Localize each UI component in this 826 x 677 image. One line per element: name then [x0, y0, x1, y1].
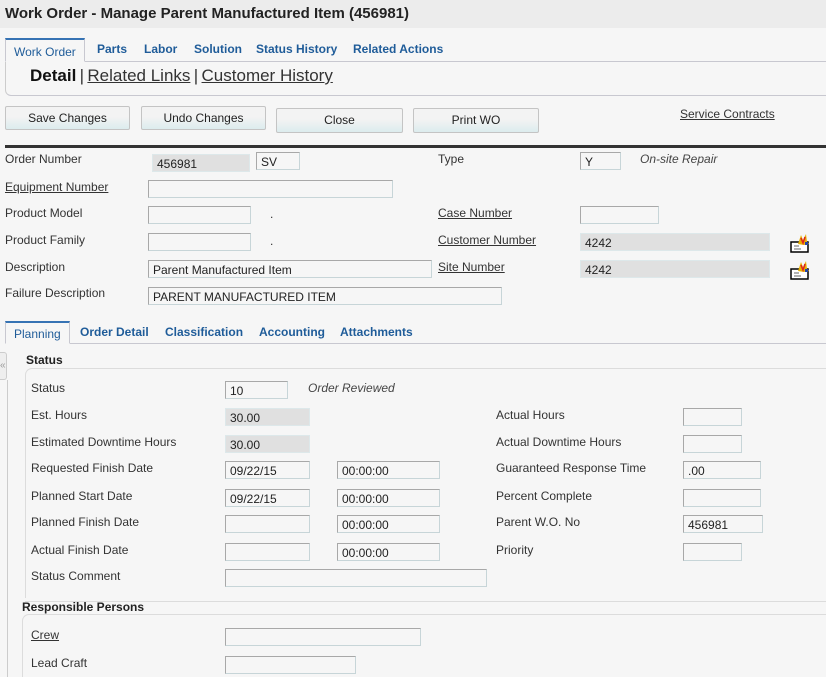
- window-title-bar: Work Order - Manage Parent Manufactured …: [0, 0, 826, 28]
- product-family-label: Product Family: [5, 233, 86, 247]
- subnav-related-links[interactable]: Related Links: [87, 66, 190, 85]
- top-tab-bar: Work Order Parts Labor Solution Status H…: [5, 38, 826, 62]
- responsible-persons-heading: Responsible Persons: [22, 600, 145, 614]
- actual-downtime-hours-label: Actual Downtime Hours: [496, 435, 622, 449]
- customer-number-field[interactable]: 4242: [580, 233, 770, 251]
- close-button[interactable]: Close: [276, 108, 403, 133]
- est-downtime-hours-label: Estimated Downtime Hours: [31, 435, 177, 449]
- parent-wo-no-label: Parent W.O. No: [496, 515, 581, 529]
- site-number-link[interactable]: Site Number: [438, 260, 505, 274]
- tab-accounting[interactable]: Accounting: [259, 325, 325, 339]
- section-divider: [25, 601, 826, 602]
- tab-classification[interactable]: Classification: [165, 325, 243, 339]
- crew-link[interactable]: Crew: [31, 628, 59, 642]
- window-title: Work Order - Manage Parent Manufactured …: [5, 5, 410, 22]
- subnav-separator: |: [193, 66, 199, 85]
- planned-start-date-field[interactable]: 09/22/15: [225, 489, 310, 507]
- type-description: On-site Repair: [640, 152, 718, 166]
- subnav-separator: |: [79, 66, 85, 85]
- print-wo-button[interactable]: Print WO: [413, 108, 539, 133]
- status-section-heading: Status: [26, 353, 63, 367]
- collapse-panel-button[interactable]: «: [0, 352, 7, 380]
- guaranteed-response-time-field[interactable]: .00: [683, 461, 761, 479]
- planned-start-time-field[interactable]: 00:00:00: [337, 489, 440, 507]
- panel-left-border: [7, 380, 8, 677]
- service-contracts-link[interactable]: Service Contracts: [680, 107, 775, 121]
- actual-downtime-hours-field[interactable]: [683, 435, 742, 453]
- tab-order-detail[interactable]: Order Detail: [80, 325, 149, 339]
- status-comment-field[interactable]: [225, 569, 487, 587]
- lead-craft-field[interactable]: [225, 656, 356, 674]
- actual-hours-label: Actual Hours: [496, 408, 565, 422]
- failure-description-field[interactable]: PARENT MANUFACTURED ITEM: [148, 287, 502, 305]
- address-book-lookup-icon[interactable]: [789, 259, 811, 281]
- tab-status-history[interactable]: Status History: [256, 42, 337, 56]
- case-number-field[interactable]: [580, 206, 659, 224]
- order-type-code-field[interactable]: SV: [256, 152, 300, 170]
- actual-finish-date-field[interactable]: [225, 543, 310, 561]
- planned-start-date-label: Planned Start Date: [31, 489, 133, 503]
- product-family-description: .: [270, 234, 274, 248]
- type-field[interactable]: Y: [580, 152, 621, 170]
- est-hours-field[interactable]: 30.00: [225, 408, 310, 426]
- tab-work-order[interactable]: Work Order: [5, 38, 85, 62]
- tab-planning[interactable]: Planning: [5, 321, 70, 344]
- status-comment-label: Status Comment: [31, 569, 121, 583]
- status-group: [25, 368, 826, 598]
- parent-wo-no-field[interactable]: 456981: [683, 515, 763, 533]
- product-model-label: Product Model: [5, 206, 83, 220]
- order-number-field[interactable]: 456981: [152, 154, 250, 172]
- tab-attachments[interactable]: Attachments: [340, 325, 413, 339]
- tab-related-actions[interactable]: Related Actions: [353, 42, 443, 56]
- planned-finish-time-field[interactable]: 00:00:00: [337, 515, 440, 533]
- tab-solution[interactable]: Solution: [194, 42, 242, 56]
- tab-labor[interactable]: Labor: [144, 42, 177, 56]
- status-label: Status: [31, 381, 66, 395]
- priority-label: Priority: [496, 543, 534, 557]
- planned-finish-date-label: Planned Finish Date: [31, 515, 140, 529]
- subnav-detail[interactable]: Detail: [30, 66, 76, 85]
- subnav-customer-history[interactable]: Customer History: [202, 66, 333, 85]
- address-book-lookup-icon[interactable]: [789, 232, 811, 254]
- actual-finish-time-field[interactable]: 00:00:00: [337, 543, 440, 561]
- planned-finish-date-field[interactable]: [225, 515, 310, 533]
- actual-hours-field[interactable]: [683, 408, 742, 426]
- requested-finish-time-field[interactable]: 00:00:00: [337, 461, 440, 479]
- est-downtime-hours-field[interactable]: 30.00: [225, 435, 310, 453]
- description-label: Description: [5, 260, 66, 274]
- priority-field[interactable]: [683, 543, 742, 561]
- est-hours-label: Est. Hours: [31, 408, 88, 422]
- equipment-number-link[interactable]: Equipment Number: [5, 180, 108, 194]
- description-field[interactable]: Parent Manufactured Item: [148, 260, 432, 278]
- failure-description-label: Failure Description: [5, 286, 106, 300]
- percent-complete-label: Percent Complete: [496, 489, 593, 503]
- tab-parts[interactable]: Parts: [97, 42, 127, 56]
- status-field[interactable]: 10: [225, 381, 288, 399]
- lead-craft-label: Lead Craft: [31, 656, 88, 670]
- product-model-field[interactable]: [148, 206, 251, 224]
- crew-field[interactable]: [225, 628, 421, 646]
- case-number-link[interactable]: Case Number: [438, 206, 512, 220]
- equipment-number-field[interactable]: [148, 180, 393, 198]
- site-number-field[interactable]: 4242: [580, 260, 770, 278]
- product-model-description: .: [270, 207, 274, 221]
- type-label: Type: [438, 152, 465, 166]
- undo-changes-button[interactable]: Undo Changes: [141, 106, 266, 130]
- sub-navigation: Detail | Related Links | Customer Histor…: [5, 62, 826, 96]
- order-number-label: Order Number: [5, 152, 82, 166]
- actual-finish-date-label: Actual Finish Date: [31, 543, 129, 557]
- product-family-field[interactable]: [148, 233, 251, 251]
- requested-finish-date-label: Requested Finish Date: [31, 461, 154, 475]
- responsible-persons-group: [22, 614, 826, 677]
- detail-tab-bar: Planning Order Detail Classification Acc…: [5, 321, 826, 344]
- percent-complete-field[interactable]: [683, 489, 761, 507]
- guaranteed-response-time-label: Guaranteed Response Time: [496, 461, 647, 475]
- requested-finish-date-field[interactable]: 09/22/15: [225, 461, 310, 479]
- customer-number-link[interactable]: Customer Number: [438, 233, 536, 247]
- header-divider: [5, 145, 826, 148]
- save-changes-button[interactable]: Save Changes: [5, 106, 130, 130]
- status-description: Order Reviewed: [308, 381, 395, 395]
